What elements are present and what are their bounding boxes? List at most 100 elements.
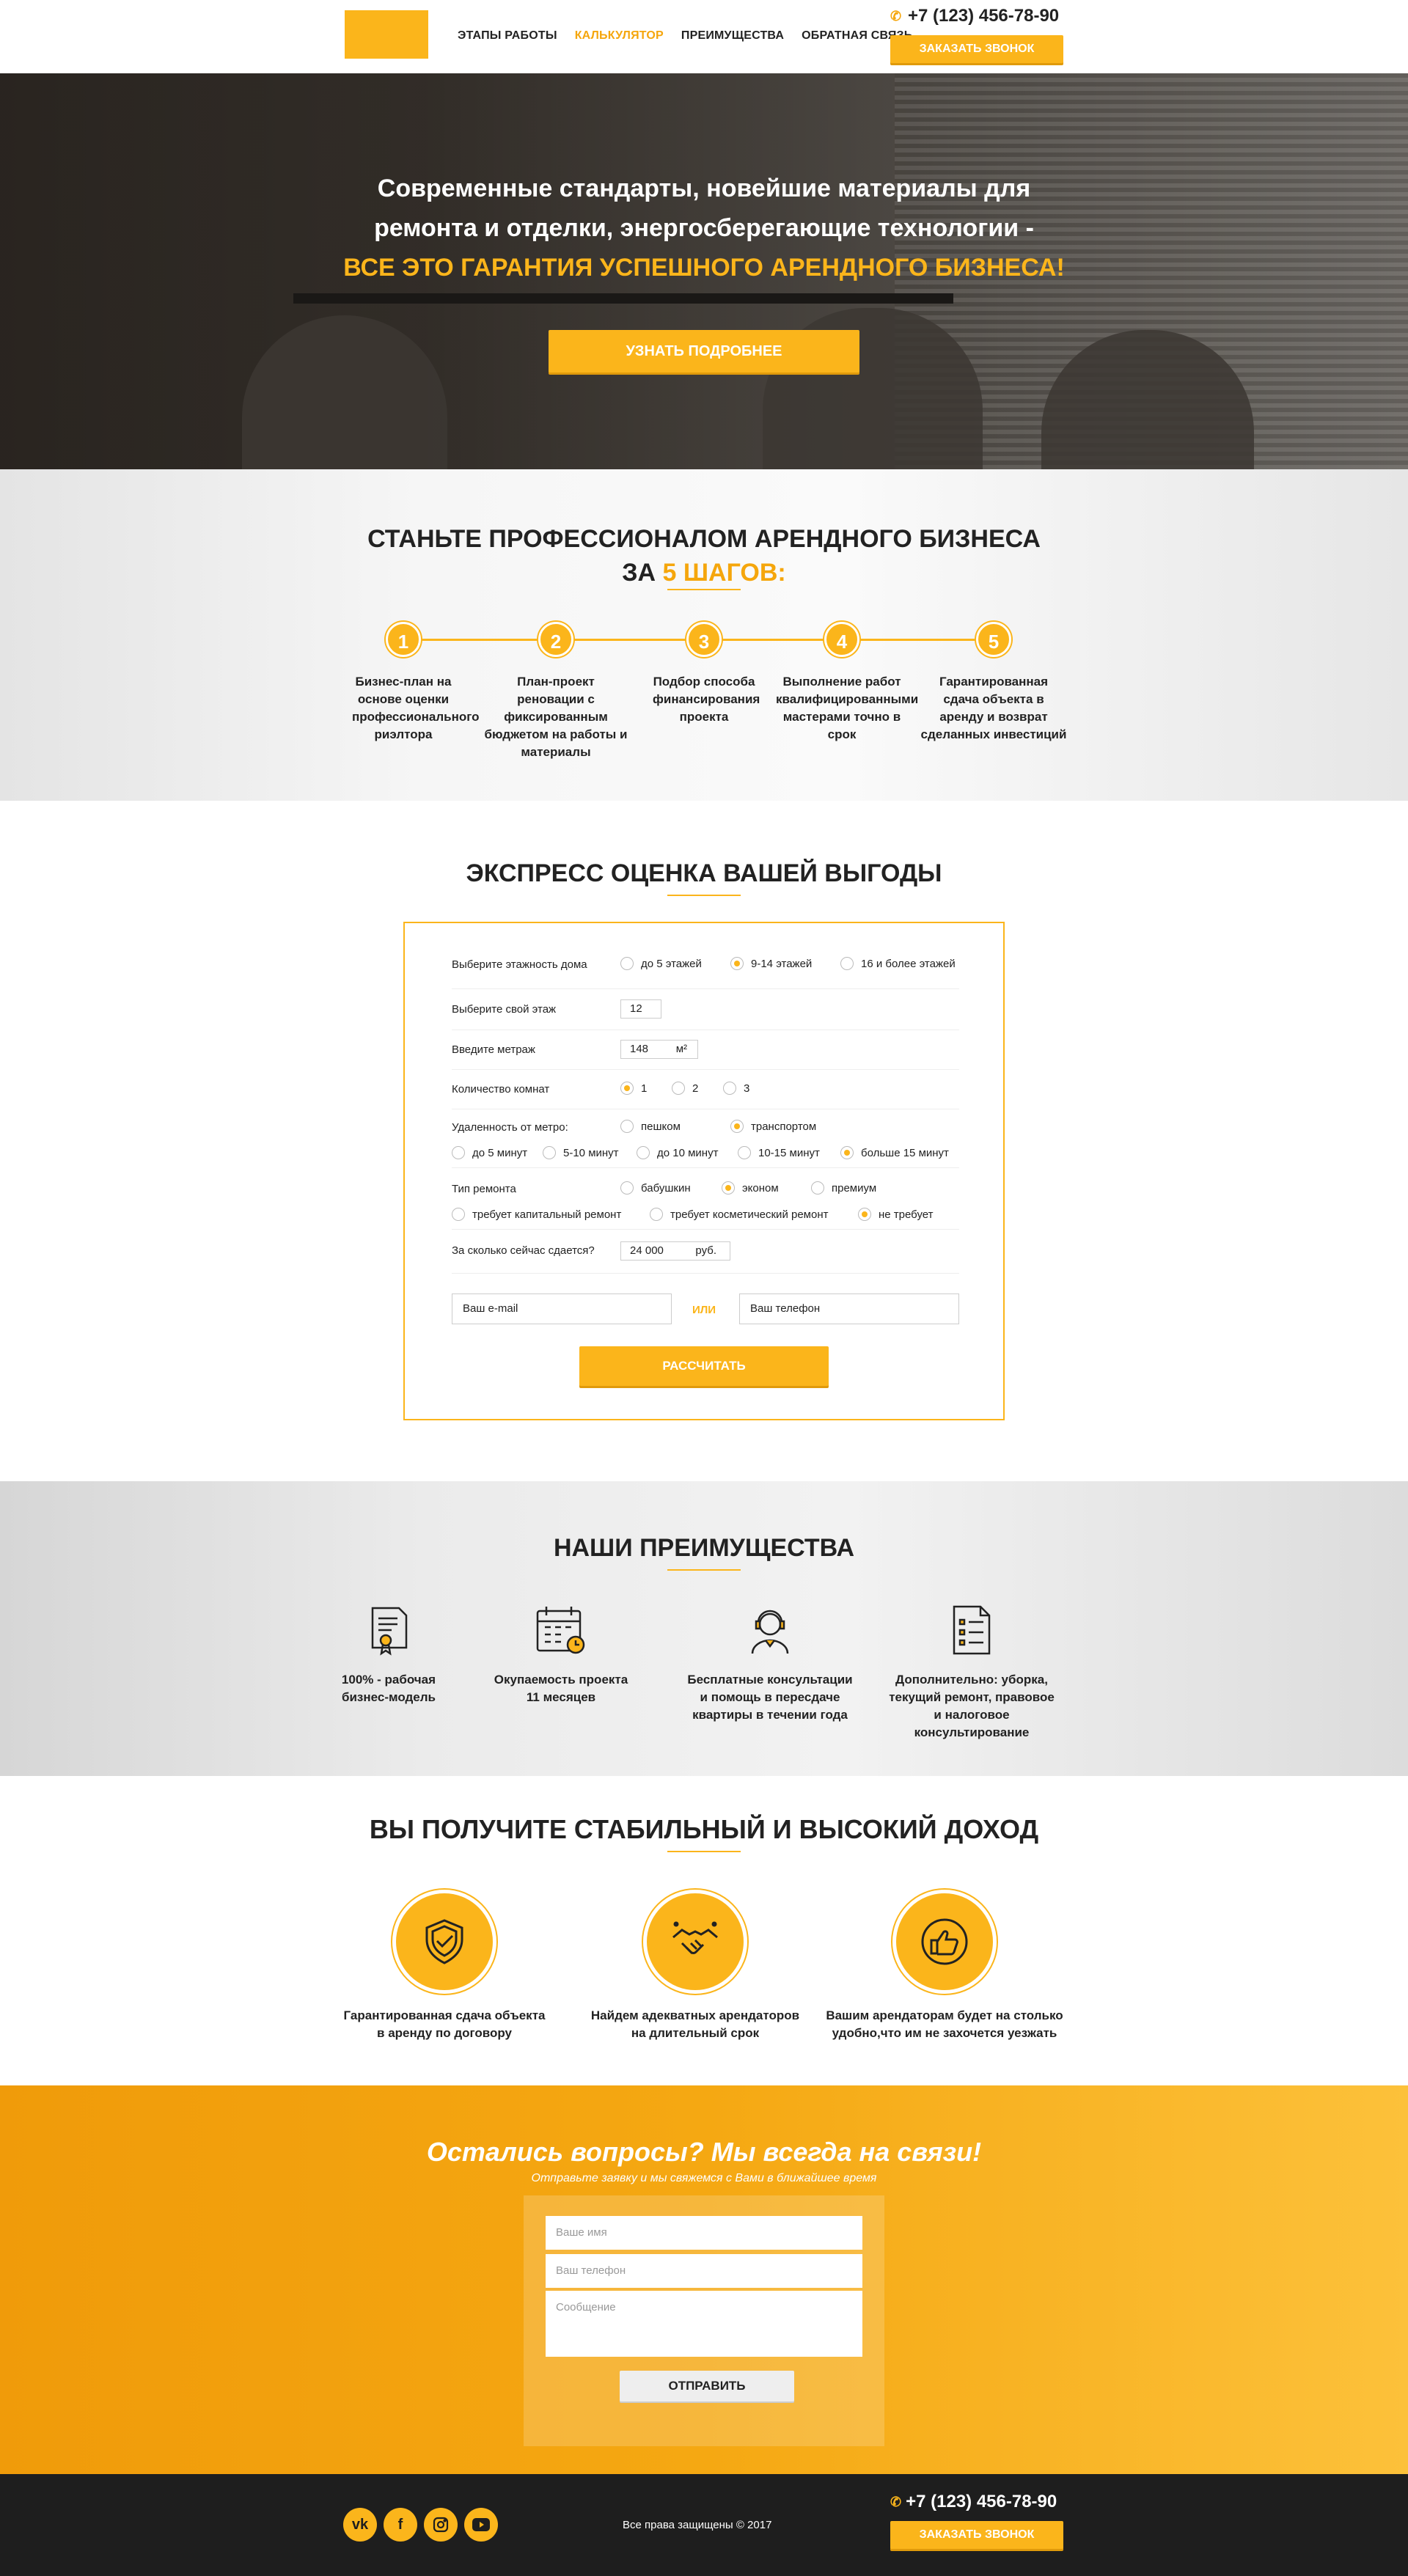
contact-subtitle: Отправьте заявку и мы свяжемся с Вами в … — [531, 2172, 877, 2184]
form-row-repair: Тип ремонта бабушкин эконом премиум треб… — [452, 1168, 959, 1230]
form-row-floors: Выберите этажность дома до 5 этажей 9-14… — [452, 953, 959, 989]
main-nav: ЭТАПЫ РАБОТЫ КАЛЬКУЛЯТОР ПРЕИМУЩЕСТВА ОБ… — [458, 29, 930, 43]
metro-mode-radio[interactable]: транспортом — [730, 1120, 816, 1133]
footer-phone[interactable]: ✆ +7 (123) 456-78-90 — [890, 2492, 1057, 2512]
nav-stages[interactable]: ЭТАПЫ РАБОТЫ — [458, 29, 557, 43]
radio-circle — [811, 1181, 824, 1195]
steps-title-prefix: ЗА — [622, 559, 663, 587]
metro-time-radio[interactable]: до 10 минут — [637, 1146, 718, 1159]
hero-table — [293, 293, 953, 304]
advantage-text: Окупаемость проекта 11 месяцев — [484, 1671, 638, 1706]
rent-unit: руб. — [695, 1244, 716, 1257]
footer-call-button[interactable]: ЗАКАЗАТЬ ЗВОНОК — [890, 2521, 1063, 2549]
radio-circle — [723, 1082, 736, 1095]
nav-advantages[interactable]: ПРЕИМУЩЕСТВА — [681, 29, 784, 43]
learn-more-button[interactable]: УЗНАТЬ ПОДРОБНЕЕ — [549, 330, 859, 373]
rent-value: 24 000 — [630, 1244, 664, 1257]
radio-label: эконом — [742, 1181, 779, 1195]
floors-radio[interactable]: 16 и более этажей — [840, 957, 956, 970]
header-phone[interactable]: ✆ +7 (123) 456-78-90 — [890, 6, 1059, 26]
radio-label: пешком — [641, 1120, 681, 1133]
radio-circle — [452, 1146, 465, 1159]
floors-label: Выберите этажность дома — [452, 958, 587, 971]
steps-title: СТАНЬТЕ ПРОФЕССИОНАЛОМ АРЕНДНОГО БИЗНЕСА… — [0, 522, 1408, 590]
advantages-section: НАШИ ПРЕИМУЩЕСТВА 100% - рабочая бизнес-… — [0, 1481, 1408, 1776]
area-value: 148 — [630, 1043, 649, 1055]
radio-label: требует косметический ремонт — [670, 1208, 829, 1221]
steps-title-line-2: ЗА 5 ШАГОВ: — [0, 556, 1408, 590]
income-title: ВЫ ПОЛУЧИТЕ СТАБИЛЬНЫЙ И ВЫСОКИЙ ДОХОД — [369, 1814, 1039, 1844]
radio-circle — [543, 1146, 556, 1159]
metro-time-radio[interactable]: до 5 минут — [452, 1146, 527, 1159]
metro-mode-radio[interactable]: пешком — [620, 1120, 681, 1133]
hero-line-3: ВСЕ ЭТО ГАРАНТИЯ УСПЕШНОГО АРЕНДНОГО БИЗ… — [343, 254, 1065, 282]
advantage-line: 11 месяцев — [526, 1690, 596, 1704]
repair-need-radio[interactable]: не требует — [858, 1208, 934, 1221]
area-label: Введите метраж — [452, 1043, 535, 1056]
radio-label: 9-14 этажей — [751, 957, 813, 970]
repair-need-radio[interactable]: требует косметический ремонт — [650, 1208, 828, 1221]
phone-input[interactable]: Ваш телефон — [739, 1293, 959, 1324]
radio-label: 2 — [692, 1082, 699, 1095]
repair-radio[interactable]: бабушкин — [620, 1181, 691, 1195]
title-underline — [667, 895, 741, 896]
radio-circle-selected — [722, 1181, 735, 1195]
rent-input[interactable]: 24 000 руб. — [620, 1241, 730, 1261]
metro-time-radio[interactable]: 5-10 минут — [543, 1146, 619, 1159]
name-input[interactable]: Ваше имя — [546, 2216, 862, 2250]
radio-label: до 10 минут — [657, 1146, 719, 1159]
area-input[interactable]: 148 м² — [620, 1040, 698, 1059]
floors-radio[interactable]: до 5 этажей — [620, 957, 702, 970]
rooms-radio[interactable]: 1 — [620, 1082, 647, 1095]
income-item: Вашим арендаторам будет на столько удобн… — [820, 1890, 1069, 2042]
express-title: ЭКСПРЕСС ОЦЕНКА ВАШЕЙ ВЫГОДЫ — [466, 859, 942, 887]
repair-label: Тип ремонта — [452, 1183, 516, 1195]
contact-phone-input[interactable]: Ваш телефон — [546, 2254, 862, 2288]
repair-need-radio[interactable]: требует капитальный ремонт — [452, 1208, 621, 1221]
repair-radio[interactable]: эконом — [722, 1181, 779, 1195]
radio-label: не требует — [879, 1208, 934, 1221]
advantage-item: Бесплатные консультации и помощь в перес… — [682, 1602, 858, 1724]
email-input[interactable]: Ваш e-mail — [452, 1293, 672, 1324]
form-row-rent: За сколько сейчас сдается? 24 000 руб. — [452, 1230, 959, 1274]
radio-circle-selected — [730, 957, 744, 970]
send-button[interactable]: ОТПРАВИТЬ — [620, 2371, 794, 2401]
advantage-item: Дополнительно: уборка, текущий ремонт, п… — [880, 1602, 1063, 1742]
logo[interactable] — [345, 10, 428, 59]
metro-time-radio[interactable]: 10-15 минут — [738, 1146, 820, 1159]
nav-calculator[interactable]: КАЛЬКУЛЯТОР — [575, 29, 664, 43]
floor-input[interactable]: 12 — [620, 999, 661, 1019]
income-text: Найдем адекватных арендаторов на длитель… — [571, 2007, 820, 2042]
phone-icon: ✆ — [890, 2494, 902, 2509]
rooms-radio[interactable]: 2 — [672, 1082, 698, 1095]
radio-label: бабушкин — [641, 1181, 691, 1195]
rent-label: За сколько сейчас сдается? — [452, 1244, 595, 1257]
step-number: 1 — [386, 622, 421, 657]
calculate-button[interactable]: РАССЧИТАТЬ — [579, 1346, 829, 1386]
header-call-button[interactable]: ЗАКАЗАТЬ ЗВОНОК — [890, 35, 1063, 63]
express-section: ЭКСПРЕСС ОЦЕНКА ВАШЕЙ ВЫГОДЫ Выберите эт… — [0, 801, 1408, 1481]
facebook-icon[interactable]: f — [384, 2508, 417, 2542]
message-textarea[interactable]: Сообщение — [546, 2291, 862, 2357]
radio-circle-selected — [730, 1120, 744, 1133]
floors-radio[interactable]: 9-14 этажей — [730, 957, 812, 970]
vk-icon[interactable]: vk — [343, 2508, 377, 2542]
rooms-radio[interactable]: 3 — [723, 1082, 749, 1095]
step-text: Гарантированная сдача объекта в аренду и… — [920, 675, 1067, 741]
advantage-line: и налоговое консультирование — [914, 1708, 1030, 1739]
metro-time-radio[interactable]: больше 15 минут — [840, 1146, 949, 1159]
radio-circle — [620, 1181, 634, 1195]
income-icon-circle — [643, 1890, 747, 1994]
step-item: 2 План-проект реновации с фиксированным … — [483, 622, 629, 761]
instagram-icon[interactable] — [424, 2508, 458, 2542]
title-underline — [667, 589, 741, 590]
floor-label: Выберите свой этаж — [452, 1003, 557, 1016]
hero-section: Современные стандарты, новейшие материал… — [0, 73, 1408, 469]
radio-circle — [452, 1208, 465, 1221]
advantage-item: 100% - рабочая бизнес-модель — [323, 1602, 455, 1706]
youtube-icon[interactable] — [464, 2508, 498, 2542]
income-line: удобно,что им не захочется уезжать — [832, 2026, 1057, 2040]
repair-radio[interactable]: премиум — [811, 1181, 876, 1195]
calendar-icon — [533, 1602, 589, 1658]
income-line: в аренду по договору — [377, 2026, 512, 2040]
